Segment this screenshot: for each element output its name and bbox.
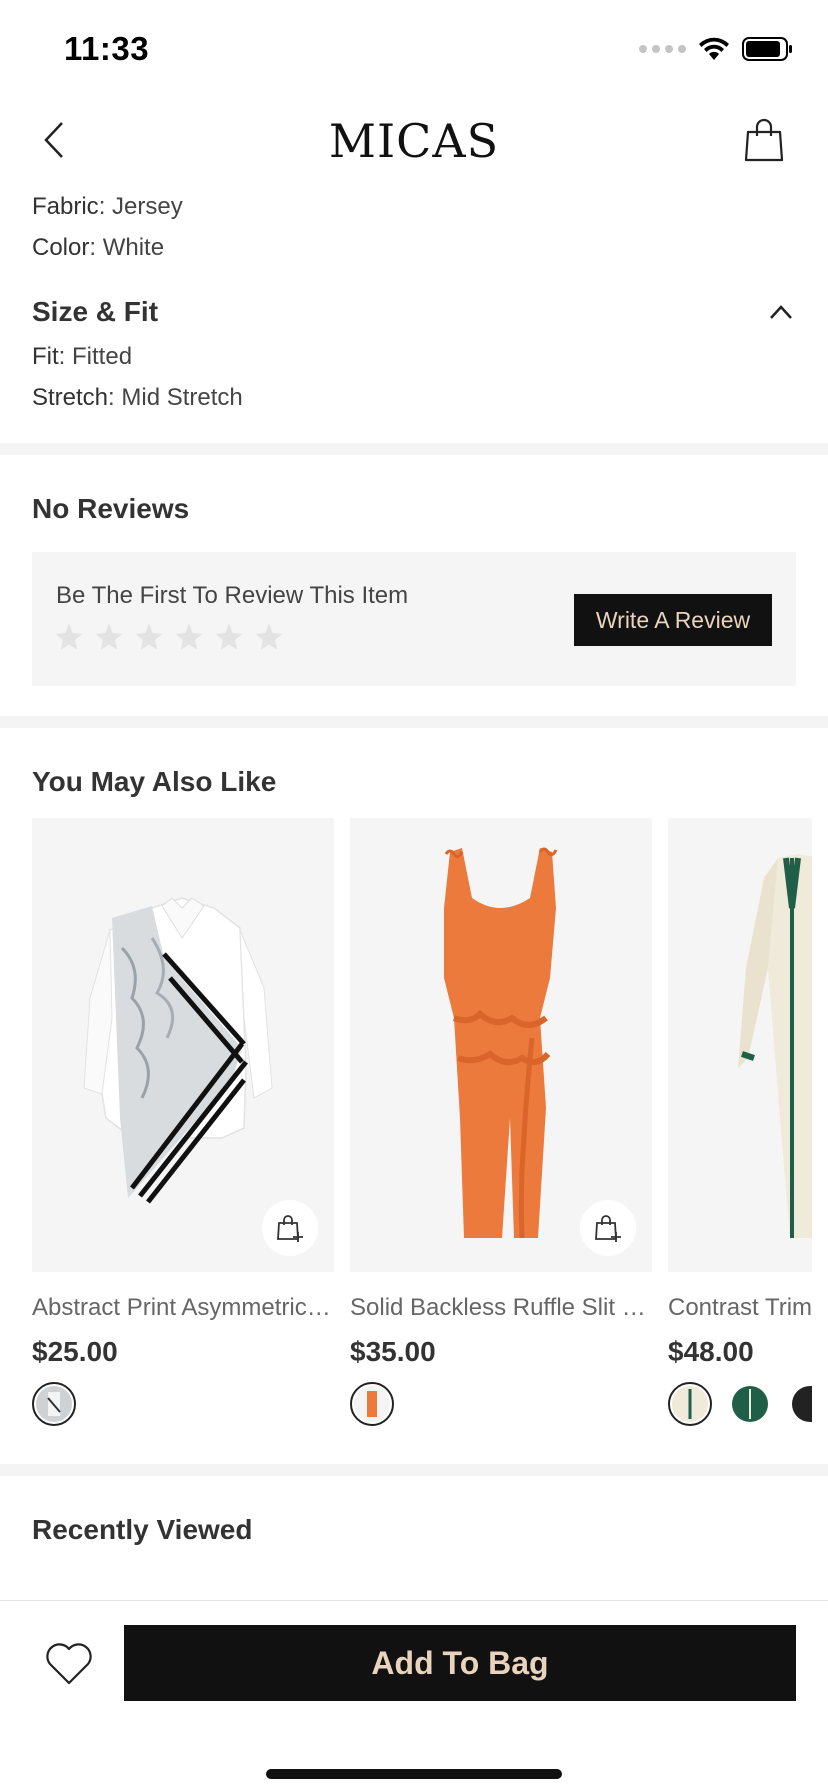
swatch-fill: [732, 1386, 768, 1422]
reviews-heading: No Reviews: [32, 493, 190, 524]
add-to-bag-button[interactable]: Add To Bag: [124, 1625, 796, 1701]
attribute-fabric: Fabric: Jersey: [32, 193, 183, 220]
bag-plus-icon: [595, 1215, 621, 1242]
color-swatch[interactable]: [788, 1382, 812, 1426]
swatch-fill: [354, 1386, 390, 1422]
color-swatches: [350, 1382, 652, 1426]
color-swatch[interactable]: [350, 1382, 394, 1426]
star-icon[interactable]: [174, 622, 204, 652]
swatch-fill: [792, 1386, 812, 1422]
brand-logo[interactable]: MICAS: [0, 114, 828, 168]
wifi-icon: [699, 37, 729, 60]
attribute-key: Stretch: [32, 384, 109, 411]
section-divider: [0, 1464, 828, 1476]
product-card[interactable]: Abstract Print Asymmetric Shirt $25.00: [32, 818, 334, 1426]
bottom-action-bar: Add To Bag: [0, 1600, 828, 1792]
color-swatches: [668, 1382, 812, 1426]
product-image[interactable]: [32, 818, 334, 1272]
attribute-value: Mid Stretch: [121, 384, 243, 411]
product-price: $48.00: [668, 1336, 754, 1367]
attribute-value: Fitted: [72, 343, 133, 370]
write-review-button[interactable]: Write A Review: [574, 594, 772, 646]
attribute-key: Fit: [32, 343, 59, 370]
star-icon[interactable]: [54, 622, 84, 652]
star-icon[interactable]: [134, 622, 164, 652]
shopping-bag-icon: [744, 118, 784, 162]
attribute-value: Jersey: [112, 193, 183, 220]
status-icons: [639, 36, 794, 62]
quick-add-button[interactable]: [262, 1200, 318, 1256]
product-name[interactable]: Contrast Trim Knit Maxi Dress: [668, 1294, 812, 1322]
product-card[interactable]: Solid Backless Ruffle Slit Maxi Dress $3…: [350, 818, 652, 1426]
rating-stars[interactable]: [54, 622, 284, 652]
review-prompt-text: Be The First To Review This Item: [56, 582, 409, 609]
star-icon[interactable]: [214, 622, 244, 652]
product-image[interactable]: [668, 818, 812, 1272]
product-price: $25.00: [32, 1336, 118, 1367]
attribute-value: White: [102, 234, 165, 261]
star-icon[interactable]: [254, 622, 284, 652]
bag-plus-icon: [277, 1215, 303, 1242]
cellular-signal-icon: [639, 45, 686, 53]
review-prompt-box: Be The First To Review This Item Write A…: [32, 552, 796, 686]
knit-dress-image: [738, 854, 812, 1238]
home-indicator[interactable]: [266, 1769, 562, 1779]
attribute-fit: Fit: Fitted: [32, 343, 133, 370]
attribute-stretch: Stretch: Mid Stretch: [32, 384, 243, 411]
recently-viewed-heading: Recently Viewed: [32, 1514, 253, 1545]
app-header: MICAS: [0, 100, 828, 180]
heart-icon: [46, 1643, 92, 1685]
size-fit-heading[interactable]: Size & Fit: [32, 296, 158, 328]
carousel-overflow: Contrast Trim Knit Maxi Dress $48.00: [668, 818, 812, 1438]
section-divider: [0, 443, 828, 455]
status-time: 11:33: [64, 30, 150, 67]
attribute-key: Color: [32, 234, 90, 261]
status-bar: 11:33: [0, 0, 828, 100]
attribute-key: Fabric: [32, 193, 99, 220]
product-name[interactable]: Abstract Print Asymmetric Shirt: [32, 1294, 334, 1322]
color-swatch[interactable]: [668, 1382, 712, 1426]
battery-icon: [742, 37, 792, 61]
chevron-up-icon[interactable]: [768, 299, 794, 325]
wishlist-button[interactable]: [44, 1641, 94, 1687]
color-swatch[interactable]: [728, 1382, 772, 1426]
product-image[interactable]: [350, 818, 652, 1272]
swatch-fill: [672, 1386, 708, 1422]
shopping-bag-button[interactable]: [744, 118, 788, 162]
product-name[interactable]: Solid Backless Ruffle Slit Maxi Dress: [350, 1294, 652, 1322]
product-card[interactable]: Contrast Trim Knit Maxi Dress $48.00: [668, 818, 812, 1426]
color-swatch[interactable]: [32, 1382, 76, 1426]
color-swatches: [32, 1382, 334, 1426]
quick-add-button[interactable]: [580, 1200, 636, 1256]
section-divider: [0, 716, 828, 728]
recommendations-heading: You May Also Like: [32, 766, 277, 797]
product-price: $35.00: [350, 1336, 436, 1367]
attribute-color: Color: White: [32, 234, 165, 261]
swatch-fill: [36, 1386, 72, 1422]
star-icon[interactable]: [94, 622, 124, 652]
